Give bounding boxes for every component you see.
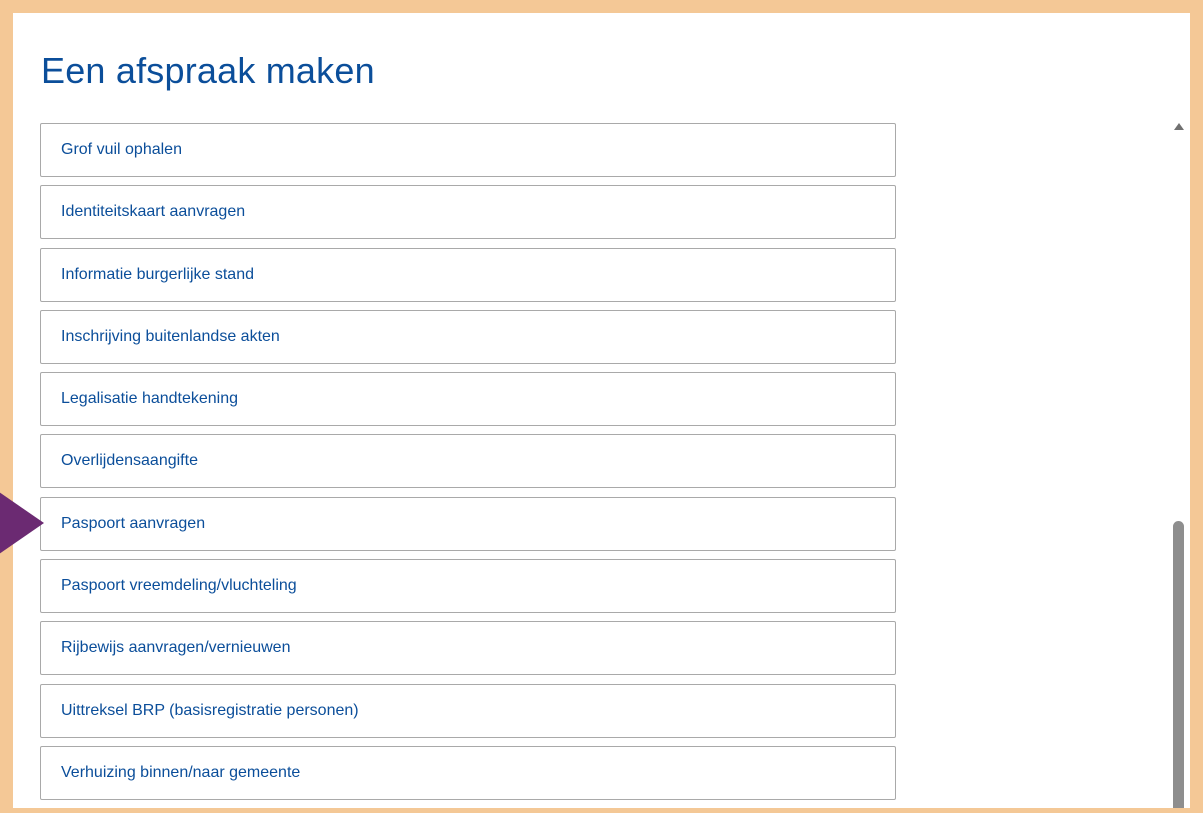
option-label: Legalisatie handtekening bbox=[61, 390, 239, 408]
scrollbar-thumb[interactable] bbox=[1173, 521, 1184, 808]
option-uittreksel-brp[interactable]: Uittreksel BRP (basisregistratie persone… bbox=[40, 683, 896, 738]
page-title: Een afspraak maken bbox=[41, 50, 375, 91]
option-inschrijving-buitenlandse-akten[interactable]: Inschrijving buitenlandse akten bbox=[40, 309, 896, 364]
option-legalisatie-handtekening[interactable]: Legalisatie handtekening bbox=[40, 372, 896, 427]
option-paspoort-aanvragen[interactable]: Paspoort aanvragen bbox=[40, 496, 896, 551]
option-label: Overlijdensaangifte bbox=[61, 452, 198, 470]
option-label: Identiteitskaart aanvragen bbox=[61, 203, 246, 221]
option-identiteitskaart-aanvragen[interactable]: Identiteitskaart aanvragen bbox=[40, 185, 896, 240]
option-overlijdensaangifte[interactable]: Overlijdensaangifte bbox=[40, 434, 896, 489]
scroll-up-arrow-icon[interactable] bbox=[1174, 123, 1184, 130]
option-label: Informatie burgerlijke stand bbox=[61, 265, 254, 283]
appointment-panel: Een afspraak maken Grof vuil ophalen Ide… bbox=[13, 13, 1190, 808]
option-grof-vuil-ophalen[interactable]: Grof vuil ophalen bbox=[40, 123, 896, 177]
option-label: Uittreksel BRP (basisregistratie persone… bbox=[61, 701, 359, 719]
vertical-scrollbar[interactable] bbox=[1170, 118, 1190, 808]
option-verhuizing-binnen-naar-gemeente[interactable]: Verhuizing binnen/naar gemeente bbox=[40, 745, 896, 800]
option-label: Grof vuil ophalen bbox=[61, 141, 182, 158]
option-informatie-burgerlijke-stand[interactable]: Informatie burgerlijke stand bbox=[40, 247, 896, 302]
option-label: Verhuizing binnen/naar gemeente bbox=[61, 763, 301, 781]
option-label: Inschrijving buitenlandse akten bbox=[61, 327, 280, 345]
option-label: Paspoort vreemdeling/vluchteling bbox=[61, 577, 297, 595]
pointer-arrow-shape bbox=[0, 492, 44, 554]
option-label: Paspoort aanvragen bbox=[61, 514, 206, 532]
pointer-arrow-icon bbox=[0, 472, 44, 574]
option-label: Rijbewijs aanvragen/vernieuwen bbox=[61, 639, 291, 657]
option-paspoort-vreemdeling-vluchteling[interactable]: Paspoort vreemdeling/vluchteling bbox=[40, 559, 896, 614]
appointment-option-list: Grof vuil ophalen Identiteitskaart aanvr… bbox=[40, 123, 896, 808]
option-rijbewijs-aanvragen-vernieuwen[interactable]: Rijbewijs aanvragen/vernieuwen bbox=[40, 621, 896, 676]
